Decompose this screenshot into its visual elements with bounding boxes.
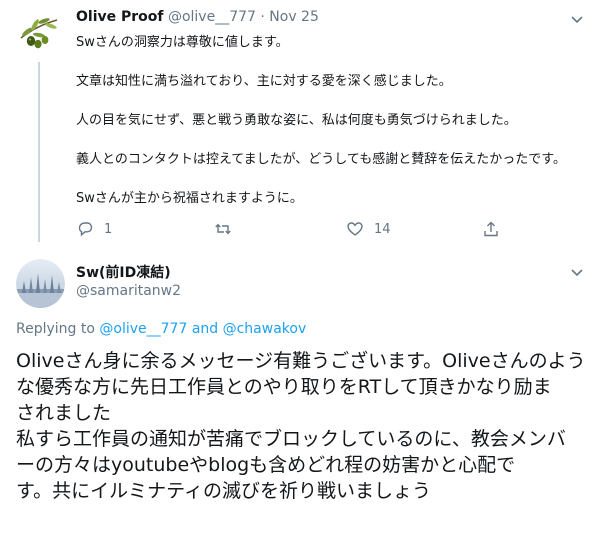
tweet-paragraph: 文章は知性に満ち溢れており、主に対する愛を深く感じました。 xyxy=(76,74,452,89)
tweet-text: Swさんの洞察力は尊敬に値します。 文章は知性に満ち溢れており、主に対する愛を深… xyxy=(76,33,581,209)
tweet-line: な優秀な方に先日工作員とのやり取りをRTして頂きかなり励ま xyxy=(16,376,552,398)
tweet-line: す。共にイルミナティの滅びを祈り戦いましょう xyxy=(16,480,431,502)
separator-dot: · xyxy=(260,9,265,25)
share-icon xyxy=(484,221,498,237)
like-count: 14 xyxy=(374,221,391,237)
thread-connector-line xyxy=(38,62,40,242)
tweet-header: Olive Proof @olive__777 · Nov 25 xyxy=(76,9,319,25)
avatar[interactable] xyxy=(16,259,65,308)
share-button[interactable] xyxy=(482,220,500,238)
like-icon xyxy=(347,222,363,236)
tweet-paragraph: Swさんの洞察力は尊敬に値します。 xyxy=(76,35,289,50)
user-handle[interactable]: @samaritanw2 xyxy=(76,283,181,299)
tweet-line: Oliveさん身に余るメッセージ有難うございます。Oliveさんのよう xyxy=(16,350,586,372)
user-handle[interactable]: @olive__777 xyxy=(168,9,256,25)
reply-count: 1 xyxy=(104,221,113,237)
display-name[interactable]: Sw(前ID凍結) xyxy=(76,262,171,282)
mention-link-olive[interactable]: @olive__777 xyxy=(99,321,187,337)
like-button[interactable]: 14 xyxy=(346,220,391,238)
landscape-avatar-icon xyxy=(16,259,65,308)
tweet-actions: 1 14 xyxy=(76,220,516,244)
replying-and: and xyxy=(191,321,219,337)
chevron-down-icon[interactable] xyxy=(570,12,584,26)
mention-link-chawakov[interactable]: @chawakov xyxy=(223,321,307,337)
avatar[interactable] xyxy=(13,8,62,57)
reply-icon xyxy=(78,222,93,237)
tweet-line: 私すら工作員の通知が苦痛でブロックしているのに、教会メンバ xyxy=(16,428,566,450)
tweet-paragraph: 人の目を気にせず、悪と戦う勇敢な姿に、私は何度も勇気づけられました。 xyxy=(76,113,517,128)
replying-prefix: Replying to xyxy=(16,321,95,337)
retweet-button[interactable] xyxy=(214,220,242,238)
tweet-paragraph: 義人とのコンタクトは控えてましたが、どうしても感謝と賛辞を伝えたかったです。 xyxy=(76,152,566,167)
tweet-paragraph: Swさんが主から祝福されますように。 xyxy=(76,191,303,206)
replying-to: Replying to @olive__777 and @chawakov xyxy=(16,321,306,337)
tweet-line: ーの方々はyoutubeやblogも含めどれ程の妨害かと心配で xyxy=(16,454,516,476)
retweet-icon xyxy=(215,223,231,235)
tweet-text: Oliveさん身に余るメッセージ有難うございます。Oliveさんのよう な優秀な… xyxy=(16,348,586,504)
display-name[interactable]: Olive Proof xyxy=(76,9,164,25)
chevron-down-icon[interactable] xyxy=(570,265,584,279)
tweet-line: されました xyxy=(16,402,112,424)
reply-button[interactable]: 1 xyxy=(76,220,112,238)
timestamp[interactable]: Nov 25 xyxy=(269,9,319,25)
olive-branch-avatar-icon xyxy=(13,8,62,57)
